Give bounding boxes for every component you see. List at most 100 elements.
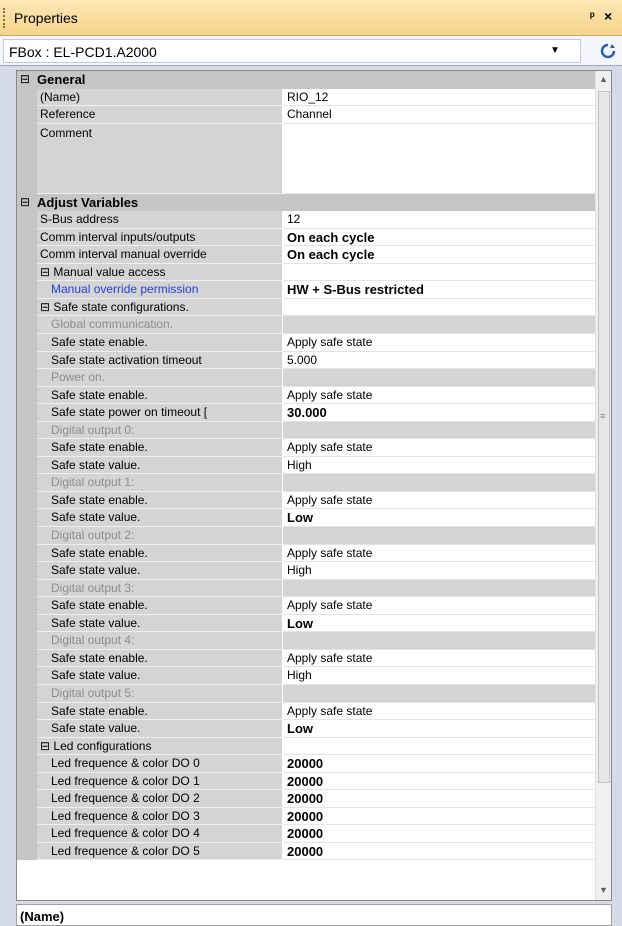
property-row[interactable]: Led frequence & color DO 5 20000 [17, 842, 595, 861]
property-row[interactable]: S-Bus address 12 [17, 211, 595, 229]
property-row[interactable]: Safe state enable. Apply safe state [17, 334, 595, 352]
property-value[interactable]: 20000 [283, 755, 595, 773]
refresh-icon[interactable] [599, 42, 617, 60]
property-row[interactable]: Digital output 3: [17, 579, 595, 598]
property-row[interactable]: Led frequence & color DO 2 20000 [17, 790, 595, 808]
close-icon[interactable]: × [604, 8, 612, 24]
property-value[interactable]: 12 [283, 211, 595, 229]
property-row[interactable]: Comment [17, 123, 595, 194]
property-value[interactable]: Apply safe state [283, 649, 595, 668]
property-row[interactable]: Safe state value. High [17, 667, 595, 685]
property-row[interactable]: Safe state value. Low [17, 614, 595, 633]
chevron-down-icon[interactable]: ▼ [550, 45, 560, 56]
property-value[interactable]: 20000 [283, 772, 595, 791]
property-value[interactable]: 5.000 [283, 351, 595, 370]
property-value[interactable] [283, 421, 595, 440]
property-value[interactable]: Apply safe state [283, 491, 595, 510]
property-value[interactable] [283, 369, 595, 387]
collapse-icon[interactable]: ⊟ [20, 195, 30, 209]
property-value[interactable] [283, 737, 595, 756]
scroll-down-icon[interactable]: ▼ [599, 885, 608, 895]
property-value[interactable] [283, 123, 595, 194]
property-value[interactable] [283, 579, 595, 598]
property-row[interactable]: Led frequence & color DO 4 20000 [17, 825, 595, 843]
vertical-scrollbar[interactable]: ▲ ≡ ▼ [595, 71, 611, 900]
property-value[interactable] [283, 298, 595, 317]
property-value[interactable] [283, 474, 595, 492]
row-margin [17, 386, 37, 405]
property-row[interactable]: Safe state value. High [17, 456, 595, 475]
property-value[interactable]: Apply safe state [283, 334, 595, 352]
property-value[interactable]: High [283, 456, 595, 475]
property-row[interactable]: Safe state value. Low [17, 720, 595, 738]
pin-icon[interactable]: ᵖ [590, 9, 595, 23]
property-row[interactable]: Digital output 0: [17, 421, 595, 440]
scrollbar-thumb[interactable] [598, 91, 610, 783]
property-row[interactable]: Led frequence & color DO 3 20000 [17, 807, 595, 826]
property-value[interactable] [283, 263, 595, 282]
property-row[interactable]: ⊟ Led configurations [17, 737, 595, 756]
property-value[interactable]: HW + S-Bus restricted [283, 281, 595, 299]
property-row[interactable]: Led frequence & color DO 1 20000 [17, 772, 595, 791]
property-value[interactable]: High [283, 562, 595, 580]
property-value[interactable] [283, 684, 595, 703]
property-row[interactable]: ⊟ Manual value access [17, 263, 595, 282]
property-name: Safe state enable. [37, 334, 282, 352]
property-row[interactable]: Safe state value. Low [17, 509, 595, 528]
property-row[interactable]: Digital output 2: [17, 527, 595, 545]
property-row[interactable]: Global communication. [17, 316, 595, 335]
property-value[interactable]: Apply safe state [283, 544, 595, 563]
property-value[interactable]: Channel [283, 106, 595, 124]
property-row[interactable]: Safe state value. High [17, 562, 595, 580]
properties-title-bar[interactable]: Properties ᵖ × [0, 0, 622, 36]
category-row[interactable]: ⊟ General [17, 71, 595, 89]
property-value[interactable]: Low [283, 509, 595, 528]
property-value[interactable]: 20000 [283, 825, 595, 843]
property-value[interactable]: 20000 [283, 842, 595, 861]
property-value[interactable]: Apply safe state [283, 439, 595, 457]
property-value[interactable]: 20000 [283, 807, 595, 826]
property-value[interactable] [283, 527, 595, 545]
property-row[interactable]: Safe state enable. Apply safe state [17, 702, 595, 721]
scroll-up-icon[interactable]: ▲ [599, 74, 608, 84]
property-value[interactable]: On each cycle [283, 228, 595, 247]
property-value[interactable] [283, 632, 595, 650]
property-row[interactable]: Digital output 5: [17, 684, 595, 703]
property-value[interactable]: High [283, 667, 595, 685]
property-row[interactable]: Led frequence & color DO 0 20000 [17, 755, 595, 773]
property-row[interactable]: Safe state enable. Apply safe state [17, 386, 595, 405]
property-row[interactable]: Safe state enable. Apply safe state [17, 649, 595, 668]
property-row[interactable]: Digital output 4: [17, 632, 595, 650]
property-row[interactable]: Manual override permission HW + S-Bus res… [17, 281, 595, 299]
collapse-icon[interactable]: ⊟ [20, 72, 30, 86]
property-row[interactable]: Comm interval manual override On each cyc… [17, 246, 595, 264]
property-row[interactable]: Safe state activation timeout 5.000 [17, 351, 595, 370]
drag-grip[interactable] [3, 8, 7, 28]
property-row[interactable]: Power on. [17, 369, 595, 387]
property-row[interactable]: ⊟ Safe state configurations. [17, 298, 595, 317]
property-value[interactable]: On each cycle [283, 246, 595, 264]
property-value[interactable]: Low [283, 720, 595, 738]
property-row[interactable]: Reference Channel [17, 106, 595, 124]
property-row[interactable]: Safe state enable. Apply safe state [17, 544, 595, 563]
property-row[interactable]: Safe state enable. Apply safe state [17, 491, 595, 510]
category-row[interactable]: ⊟ Adjust Variables [17, 193, 595, 212]
row-margin [17, 614, 37, 633]
property-value[interactable] [283, 316, 595, 335]
property-row[interactable]: (Name) RIO_12 [17, 88, 595, 107]
row-margin [17, 755, 37, 773]
property-value[interactable]: RIO_12 [283, 88, 595, 107]
property-row[interactable]: Safe state power on timeout [30.000 [17, 404, 595, 422]
property-value[interactable]: Apply safe state [283, 597, 595, 615]
property-value[interactable]: 30.000 [283, 404, 595, 422]
property-value[interactable]: Apply safe state [283, 702, 595, 721]
object-selector-dropdown[interactable]: FBox : EL-PCD1.A2000 ▼ [3, 39, 581, 63]
property-row[interactable]: Safe state enable. Apply safe state [17, 597, 595, 615]
property-name: Digital output 4: [37, 632, 282, 650]
property-row[interactable]: Safe state enable. Apply safe state [17, 439, 595, 457]
property-value[interactable]: Low [283, 614, 595, 633]
property-row[interactable]: Comm interval inputs/outputs On each cycl… [17, 228, 595, 247]
property-row[interactable]: Digital output 1: [17, 474, 595, 492]
property-value[interactable]: Apply safe state [283, 386, 595, 405]
property-value[interactable]: 20000 [283, 790, 595, 808]
